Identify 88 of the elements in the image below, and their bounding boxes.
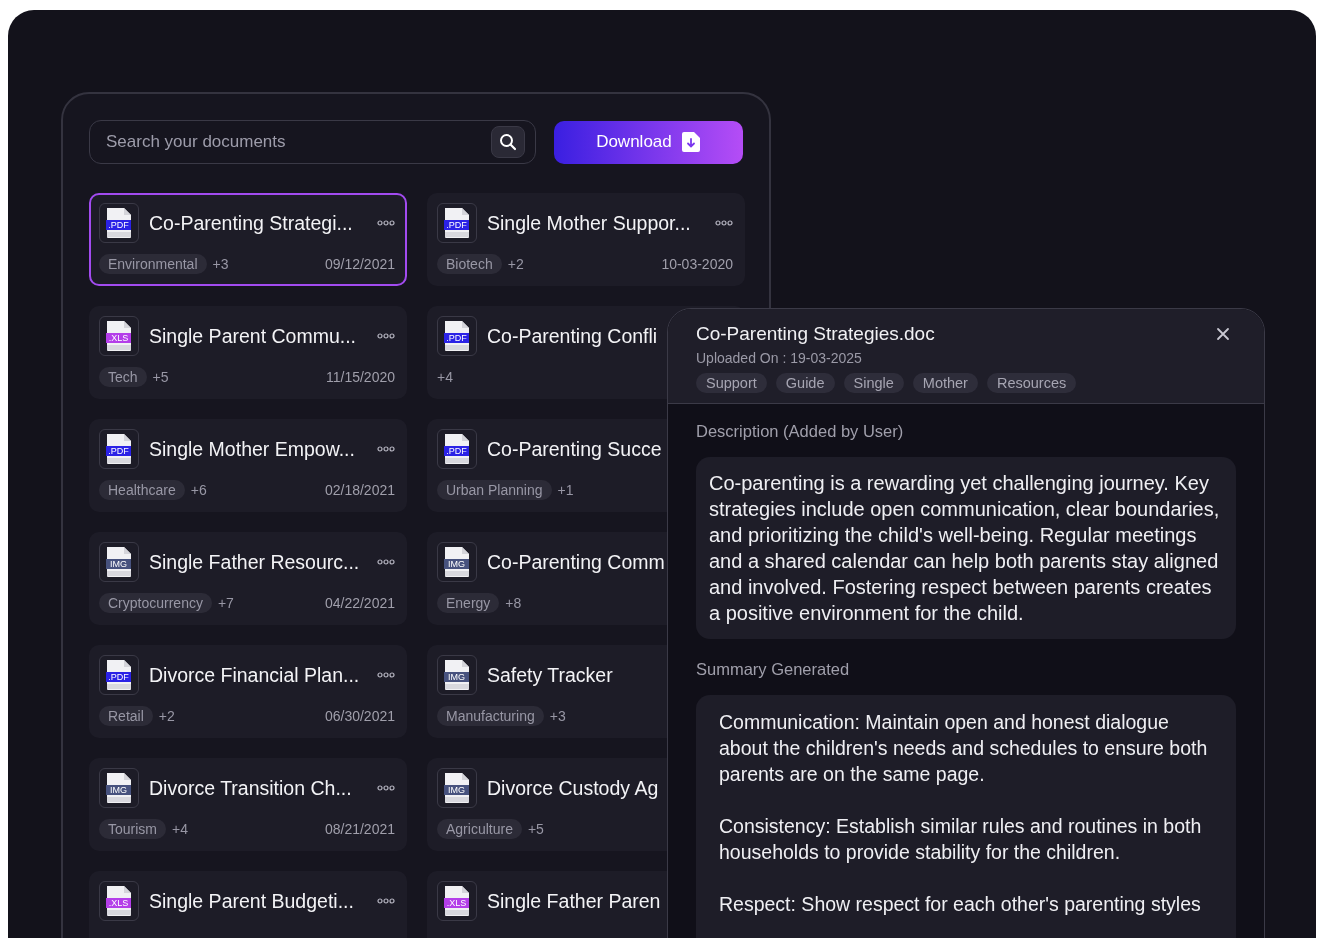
document-title: Safety Tracker xyxy=(487,663,613,687)
tag: Cryptocurrency xyxy=(99,593,212,613)
file-type-label: .XLS xyxy=(444,898,469,908)
tag: Manufacturing xyxy=(437,706,544,726)
document-card[interactable]: .XLS Single Parent Commu... Tech +5 11/15/2020 xyxy=(89,306,407,399)
document-date: 09/12/2021 xyxy=(324,256,395,272)
more-tags-count: +8 xyxy=(505,595,522,611)
summary-paragraph: Respect: Show respect for each other's parenting styles xyxy=(719,892,1202,917)
more-tags-count: +7 xyxy=(217,595,234,611)
document-title: Divorce Transition Ch... xyxy=(149,776,352,800)
document-card[interactable]: IMG Divorce Transition Ch... Tourism +4 08/21/2021 xyxy=(89,758,407,851)
file-download-icon xyxy=(680,131,701,153)
tag: Tourism xyxy=(99,819,166,839)
document-date: 08/21/2021 xyxy=(324,821,395,837)
tag: Tech xyxy=(99,367,147,387)
search-icon xyxy=(498,133,517,151)
document-title: Co-Parenting Confli xyxy=(487,324,658,348)
tag: Resources xyxy=(986,373,1077,393)
document-title: Co-Parenting Strategi... xyxy=(149,211,353,235)
file-type-label: .PDF xyxy=(444,220,469,230)
tag: Healthcare xyxy=(99,480,185,500)
document-title: Divorce Financial Plan... xyxy=(149,663,360,687)
search-field[interactable]: Search your documents xyxy=(89,120,536,164)
document-card[interactable]: .PDF Single Mother Suppor... Biotech +2 10-03-2020 xyxy=(427,193,745,286)
tag: Mother xyxy=(912,373,978,393)
tag: Agriculture xyxy=(437,819,522,839)
document-title: Single Parent Budgeti... xyxy=(149,889,354,913)
tag: Single xyxy=(843,373,904,393)
tag: Environmental xyxy=(99,254,207,274)
document-title: Single Father Paren xyxy=(487,889,661,913)
document-date: 06/30/2021 xyxy=(324,708,395,724)
more-options-icon[interactable] xyxy=(715,220,733,226)
tag: Retail xyxy=(99,706,153,726)
tag: Urban Planning xyxy=(437,480,552,500)
file-type-label: .PDF xyxy=(106,672,131,682)
tag: Energy xyxy=(437,593,500,613)
more-options-icon[interactable] xyxy=(377,446,395,452)
file-type-label: .PDF xyxy=(444,333,469,343)
document-date: 10-03-2020 xyxy=(661,256,733,272)
more-options-icon[interactable] xyxy=(377,672,395,678)
document-date: 11/15/2020 xyxy=(325,369,395,385)
more-tags-count: +3 xyxy=(549,708,566,724)
document-card[interactable]: .PDF Co-Parenting Strategi... Environmental +3 09/12/2021 xyxy=(89,193,407,286)
more-tags-count: +6 xyxy=(190,482,207,498)
download-button[interactable]: Download xyxy=(553,120,743,164)
document-title: Single Father Resourc... xyxy=(149,550,360,574)
more-tags-count: +3 xyxy=(212,256,229,272)
file-type-label: .XLS xyxy=(106,898,131,908)
document-title: Co-Parenting Comm xyxy=(487,550,665,574)
file-type-label: .XLS xyxy=(106,333,131,343)
tag: Guide xyxy=(775,373,835,393)
document-date: 04/22/2021 xyxy=(324,595,395,611)
document-date: 02/18/2021 xyxy=(324,482,395,498)
file-type-label: IMG xyxy=(106,559,131,569)
file-type-label: IMG xyxy=(444,785,469,795)
search-button[interactable] xyxy=(490,126,525,158)
tag: Support xyxy=(696,373,767,393)
more-tags-count: +4 xyxy=(437,369,453,385)
document-title: Divorce Custody Ag xyxy=(487,776,659,800)
file-type-label: IMG xyxy=(444,672,469,682)
file-type-label: IMG xyxy=(444,559,469,569)
search-input[interactable]: Search your documents xyxy=(104,131,491,153)
file-type-label: .PDF xyxy=(106,220,131,230)
document-title: Single Mother Empow... xyxy=(149,437,355,461)
more-options-icon[interactable] xyxy=(377,898,395,904)
document-title: Single Parent Commu... xyxy=(149,324,356,348)
more-tags-count: +1 xyxy=(557,482,574,498)
more-tags-count: +5 xyxy=(152,369,169,385)
more-options-icon[interactable] xyxy=(377,785,395,791)
document-card[interactable]: IMG Single Father Resourc... Cryptocurrency +7 04/22/2021 xyxy=(89,532,407,625)
more-options-icon[interactable] xyxy=(377,220,395,226)
document-title: Co-Parenting Succe xyxy=(487,437,662,461)
tag: Biotech xyxy=(437,254,502,274)
file-type-label: .PDF xyxy=(444,446,469,456)
description-text: Co-parenting is a rewarding yet challenging journey. Key strategies include open communication, clear boundaries, and prioritizing the child's well-being. Regular meetings and a shared calendar can help both parents stay aligned and involved. Fostering respect between parents creates a positive environment for the child. xyxy=(696,457,1236,639)
more-options-icon[interactable] xyxy=(377,559,395,565)
more-tags-count: +2 xyxy=(158,708,175,724)
more-tags-count: +2 xyxy=(507,256,524,272)
more-tags-count: +4 xyxy=(172,821,188,837)
close-icon[interactable] xyxy=(1216,327,1230,341)
document-card[interactable]: .PDF Single Mother Empow... Healthcare +6 02/18/2021 xyxy=(89,419,407,512)
document-title: Single Mother Suppor... xyxy=(487,211,691,235)
file-type-label: .PDF xyxy=(106,446,131,456)
document-card[interactable]: .XLS Single Parent Budgeti... xyxy=(89,871,407,938)
more-options-icon[interactable] xyxy=(377,333,395,339)
file-type-label: IMG xyxy=(106,785,131,795)
document-card[interactable]: .PDF Divorce Financial Plan... Retail +2 06/30/2021 xyxy=(89,645,407,738)
more-tags-count: +5 xyxy=(527,821,544,837)
